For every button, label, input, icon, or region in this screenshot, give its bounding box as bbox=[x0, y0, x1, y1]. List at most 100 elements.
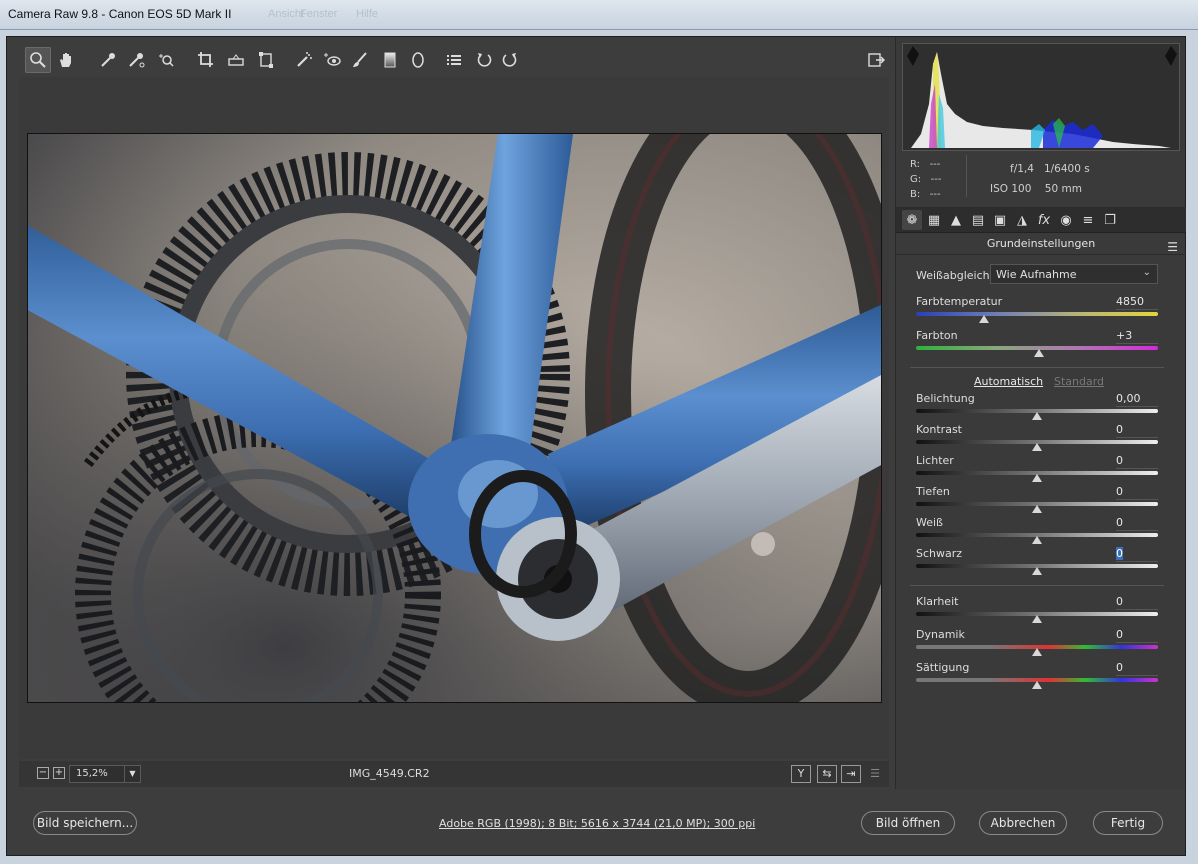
photo-preview[interactable] bbox=[27, 133, 882, 703]
camera-raw-dialog: − + 15,2% ▼ IMG_4549.CR2 Y ⇆ ⇥ ☰ R: --- … bbox=[6, 36, 1186, 856]
panel-menu-icon[interactable]: ☰ bbox=[1167, 238, 1178, 256]
white-balance-select[interactable]: Wie Aufnahme ⌄ bbox=[990, 264, 1158, 284]
title-bar: Camera Raw 9.8 - Canon EOS 5D Mark II An… bbox=[0, 0, 1198, 30]
file-name: IMG_4549.CR2 bbox=[349, 767, 430, 780]
window-frame: − + 15,2% ▼ IMG_4549.CR2 Y ⇆ ⇥ ☰ R: --- … bbox=[0, 30, 1198, 864]
slider-thumb[interactable] bbox=[1032, 443, 1042, 451]
r-label: R: bbox=[910, 159, 921, 170]
red-eye-icon[interactable] bbox=[319, 47, 345, 73]
slider-value-input[interactable]: 0 bbox=[1116, 454, 1158, 469]
copy-settings-button[interactable]: ⇥ bbox=[841, 765, 861, 783]
swap-settings-button[interactable]: ⇆ bbox=[817, 765, 837, 783]
crop-icon[interactable] bbox=[193, 47, 219, 73]
slider-thumb[interactable] bbox=[1034, 349, 1045, 357]
slider-thumb[interactable] bbox=[1032, 648, 1042, 656]
slider-thumb[interactable] bbox=[1032, 567, 1042, 575]
tab-basic[interactable]: ❁ bbox=[902, 210, 922, 230]
slider-belichtung[interactable]: Belichtung 0,00 bbox=[916, 392, 1158, 422]
slider-klarheit[interactable]: Klarheit 0 bbox=[916, 595, 1158, 625]
image-preview-area[interactable] bbox=[19, 77, 889, 759]
straighten-icon[interactable] bbox=[223, 47, 249, 73]
slider-value-input[interactable]: 0 bbox=[1116, 595, 1158, 610]
transform-icon[interactable] bbox=[253, 47, 279, 73]
slider-value-input[interactable]: +3 bbox=[1116, 329, 1158, 344]
tab-snapshots[interactable]: ❐ bbox=[1100, 210, 1120, 230]
white-balance-icon[interactable] bbox=[95, 47, 121, 73]
save-image-button[interactable]: Bild speichern... bbox=[33, 811, 137, 835]
slider-value-input[interactable]: 0 bbox=[1116, 661, 1158, 676]
slider-value-text: 0 bbox=[1116, 454, 1123, 467]
slider-label: Tiefen bbox=[916, 485, 950, 498]
adjustment-brush-icon[interactable] bbox=[347, 47, 373, 73]
slider-farbton[interactable]: Farbton +3 bbox=[916, 329, 1158, 359]
slider-label: Farbtemperatur bbox=[916, 295, 1003, 308]
slider-label: Klarheit bbox=[916, 595, 959, 608]
slider-value-input[interactable]: 0 bbox=[1116, 485, 1158, 500]
slider-label: Lichter bbox=[916, 454, 954, 467]
slider-value-text: +3 bbox=[1116, 329, 1133, 342]
slider-tiefen[interactable]: Tiefen 0 bbox=[916, 485, 1158, 515]
targeted-adjustment-icon[interactable] bbox=[153, 47, 179, 73]
tab-detail[interactable]: ▲ bbox=[946, 210, 966, 230]
default-link[interactable]: Standard bbox=[1054, 375, 1104, 388]
radial-filter-icon[interactable] bbox=[405, 47, 431, 73]
slider-value-input[interactable]: 4850 bbox=[1116, 295, 1158, 310]
slider-track[interactable] bbox=[916, 312, 1158, 316]
slider-value-input[interactable]: 0 bbox=[1116, 423, 1158, 438]
open-image-button[interactable]: Bild öffnen bbox=[861, 811, 955, 835]
tab-split-toning[interactable]: ▣ bbox=[990, 210, 1010, 230]
r-value: --- bbox=[929, 159, 941, 170]
slider-label: Schwarz bbox=[916, 547, 963, 560]
workflow-options-link[interactable]: Adobe RGB (1998); 8 Bit; 5616 x 3744 (21… bbox=[439, 817, 755, 830]
preferences-icon[interactable] bbox=[441, 47, 467, 73]
cancel-button[interactable]: Abbrechen bbox=[979, 811, 1067, 835]
zoom-in-button[interactable]: + bbox=[53, 767, 65, 779]
slider-schwarz[interactable]: Schwarz 0 bbox=[916, 547, 1158, 577]
window-title: Camera Raw 9.8 - Canon EOS 5D Mark II bbox=[8, 7, 232, 21]
slider-value-input[interactable]: 0 bbox=[1116, 628, 1158, 643]
zoom-out-button[interactable]: − bbox=[37, 767, 49, 779]
slider-thumb[interactable] bbox=[1032, 505, 1042, 513]
slider-thumb[interactable] bbox=[1032, 536, 1042, 544]
slider-label: Sättigung bbox=[916, 661, 970, 674]
fullscreen-icon[interactable] bbox=[863, 47, 889, 73]
slider-thumb[interactable] bbox=[1032, 412, 1042, 420]
slider-thumb[interactable] bbox=[1032, 474, 1042, 482]
graduated-filter-icon[interactable] bbox=[377, 47, 403, 73]
slider-label: Dynamik bbox=[916, 628, 965, 641]
slider-lichter[interactable]: Lichter 0 bbox=[916, 454, 1158, 484]
rotate-right-icon[interactable] bbox=[497, 47, 523, 73]
toggle-settings-button[interactable]: ☰ bbox=[865, 765, 885, 783]
slider-thumb[interactable] bbox=[1032, 681, 1042, 689]
slider-value-input[interactable]: 0 bbox=[1116, 516, 1158, 531]
tab-lens-corrections[interactable]: ◮ bbox=[1012, 210, 1032, 230]
slider-dynamik[interactable]: Dynamik 0 bbox=[916, 628, 1158, 658]
zoom-icon[interactable] bbox=[25, 47, 51, 73]
slider-thumb[interactable] bbox=[978, 315, 989, 323]
aperture-value: f/1,4 bbox=[1010, 163, 1034, 175]
slider-s-ttigung[interactable]: Sättigung 0 bbox=[916, 661, 1158, 691]
tab-effects[interactable]: fx bbox=[1034, 210, 1054, 230]
tab-presets[interactable]: ≡ bbox=[1078, 210, 1098, 230]
auto-link[interactable]: Automatisch bbox=[974, 375, 1043, 388]
zoom-level-select[interactable]: 15,2% ▼ bbox=[69, 765, 141, 783]
adjustment-panel: R: --- G: --- B: --- f/1,4 1/6400 s ISO … bbox=[895, 37, 1186, 789]
rotate-left-icon[interactable] bbox=[471, 47, 497, 73]
tab-tone-curve[interactable]: ▦ bbox=[924, 210, 944, 230]
slider-wei-[interactable]: Weiß 0 bbox=[916, 516, 1158, 546]
slider-thumb[interactable] bbox=[1032, 615, 1042, 623]
tab-hsl[interactable]: ▤ bbox=[968, 210, 988, 230]
done-button[interactable]: Fertig bbox=[1093, 811, 1163, 835]
b-value: --- bbox=[929, 189, 941, 200]
slider-value-input[interactable]: 0,00 bbox=[1116, 392, 1158, 407]
hand-icon[interactable] bbox=[53, 47, 79, 73]
tab-camera-calibration[interactable]: ◉ bbox=[1056, 210, 1076, 230]
compare-view-button[interactable]: Y bbox=[791, 765, 811, 783]
spot-removal-icon[interactable] bbox=[291, 47, 317, 73]
white-balance-value: Wie Aufnahme bbox=[996, 268, 1077, 281]
iso-value: ISO 100 bbox=[990, 183, 1032, 195]
slider-farbtemperatur[interactable]: Farbtemperatur 4850 bbox=[916, 295, 1158, 325]
slider-value-input[interactable]: 0 bbox=[1116, 547, 1158, 562]
slider-kontrast[interactable]: Kontrast 0 bbox=[916, 423, 1158, 453]
color-sampler-icon[interactable] bbox=[123, 47, 149, 73]
